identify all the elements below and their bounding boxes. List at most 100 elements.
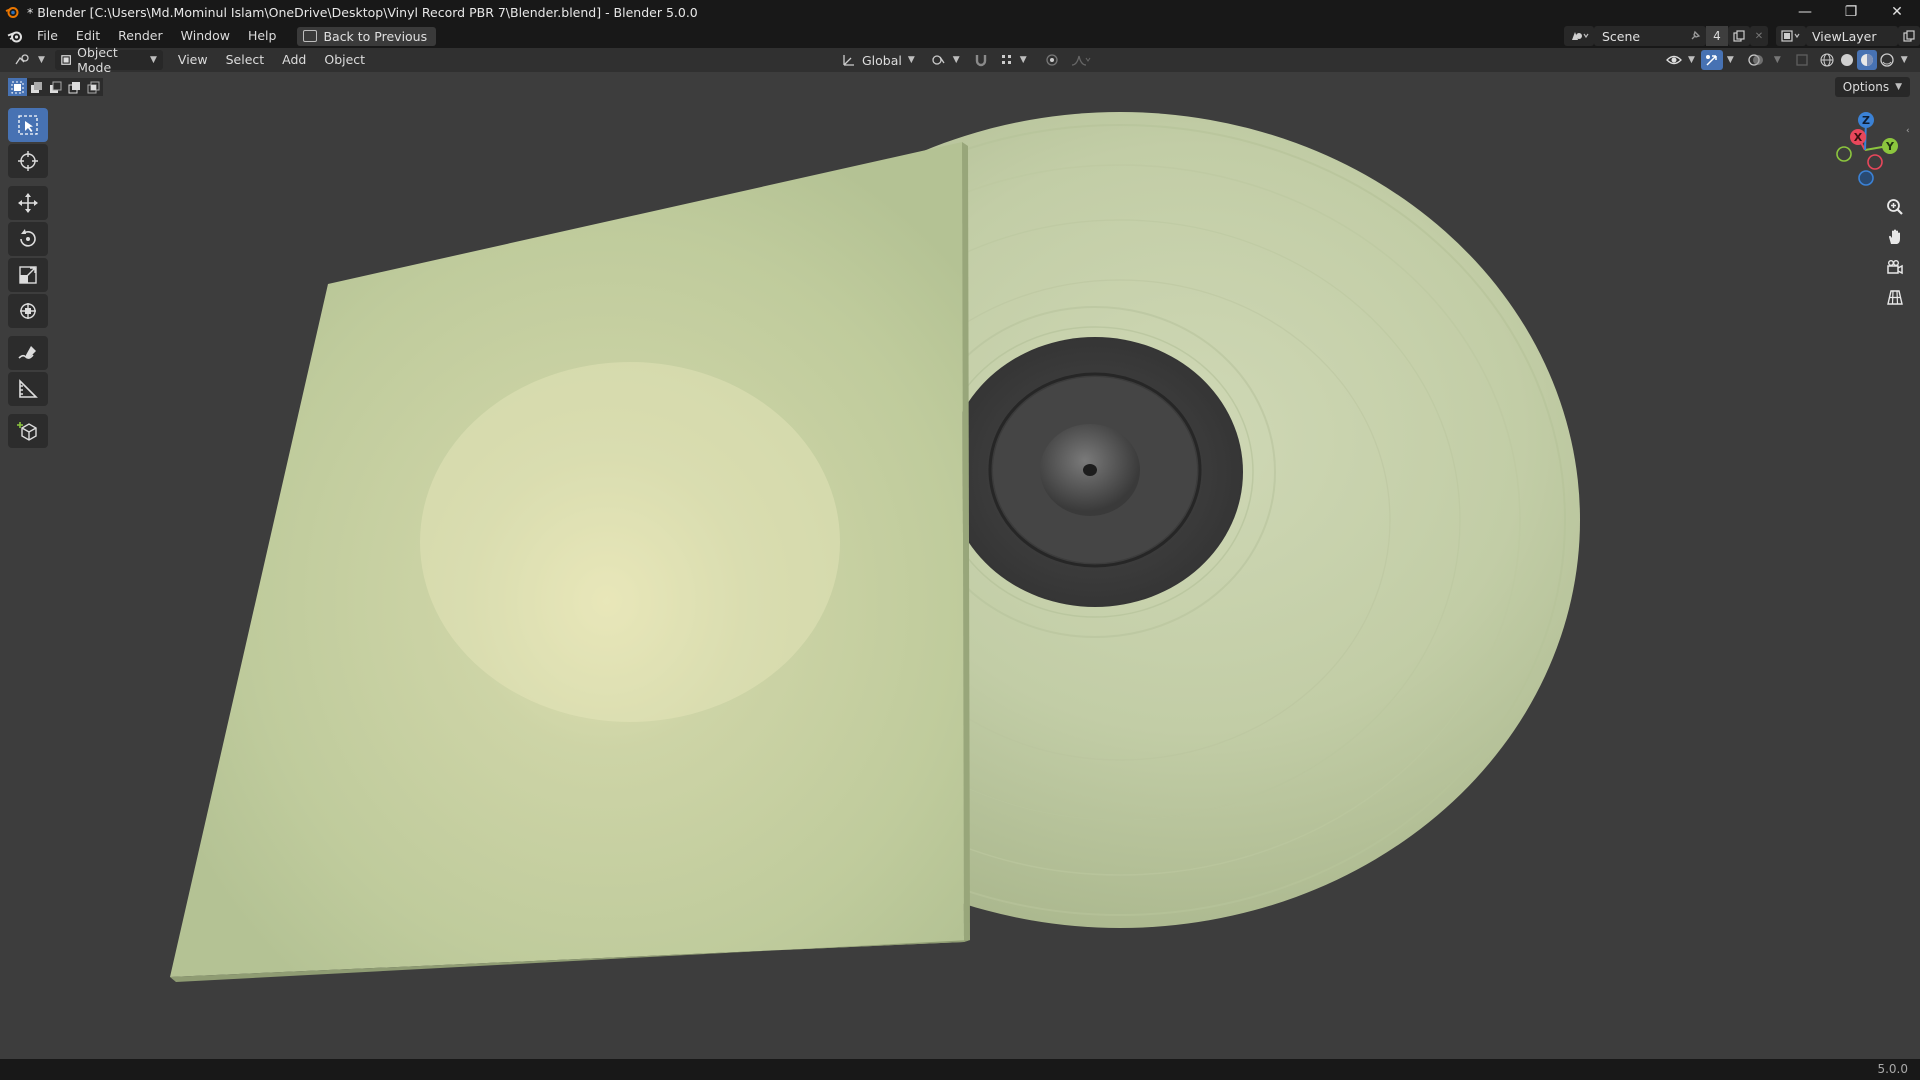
select-mode-set[interactable]	[8, 78, 27, 96]
chevron-down-icon: ▼	[907, 55, 915, 65]
view-layer-field[interactable]: ViewLayer	[1806, 26, 1898, 46]
scene-browse-button[interactable]	[1564, 26, 1594, 46]
overlay-dropdown[interactable]: ▼	[1770, 50, 1785, 70]
chevron-down-icon: ▼	[1688, 55, 1695, 65]
tool-transform[interactable]	[8, 294, 48, 328]
tool-annotate[interactable]	[8, 336, 48, 370]
shading-material-preview[interactable]	[1856, 50, 1877, 70]
tool-rotate[interactable]	[8, 222, 48, 256]
menu-file[interactable]: File	[28, 24, 67, 48]
gizmo-neg-x[interactable]	[1867, 154, 1883, 170]
orientation-icon	[843, 55, 854, 66]
proportional-edit-toggle[interactable]	[1039, 50, 1065, 70]
tool-move[interactable]	[8, 186, 48, 220]
cursor-icon	[18, 151, 38, 171]
back-to-previous-label: Back to Previous	[323, 28, 428, 44]
minimize-button[interactable]: —	[1782, 0, 1828, 24]
menu-object[interactable]: Object	[315, 48, 374, 72]
gizmo-neg-z[interactable]	[1858, 170, 1874, 186]
scene-name-field[interactable]: Scene	[1594, 26, 1706, 46]
gizmo-toggle[interactable]	[1700, 50, 1723, 70]
tool-scale[interactable]	[8, 258, 48, 292]
overlay-toggle[interactable]	[1742, 50, 1770, 70]
material-sphere-icon	[1860, 54, 1873, 66]
select-mode-invert[interactable]	[65, 78, 84, 96]
menu-view[interactable]: View	[169, 48, 217, 72]
falloff-dropdown[interactable]	[1065, 50, 1097, 70]
options-dropdown[interactable]: Options ▼	[1834, 77, 1910, 97]
measure-icon	[19, 379, 38, 398]
zoom-icon	[1887, 199, 1903, 215]
tool-add-cube[interactable]	[8, 414, 48, 448]
gizmo-dropdown[interactable]: ▼	[1723, 50, 1738, 70]
maximize-button[interactable]: ❐	[1828, 0, 1874, 24]
annotate-icon	[18, 346, 36, 359]
snap-toggle[interactable]	[968, 50, 994, 70]
status-bar: 5.0.0	[0, 1059, 1920, 1080]
gizmo-y-label: Y	[1885, 140, 1895, 153]
editor-type-dropdown[interactable]: ▼	[8, 50, 51, 70]
scale-icon	[19, 266, 37, 284]
gizmo-icon	[1705, 55, 1717, 66]
select-intersect-icon	[87, 81, 100, 93]
snap-target-dropdown[interactable]: ▼	[994, 50, 1033, 70]
xray-toggle[interactable]	[1789, 50, 1815, 70]
pin-icon[interactable]	[1688, 29, 1702, 43]
menu-add[interactable]: Add	[273, 48, 315, 72]
tool-select-box[interactable]	[8, 108, 48, 142]
scene-name: Scene	[1602, 28, 1641, 44]
chevron-down-icon: ▼	[150, 55, 157, 65]
delete-scene-icon[interactable]: ✕	[1750, 26, 1768, 46]
camera-view-button[interactable]	[1880, 252, 1910, 282]
rotate-icon	[20, 229, 36, 247]
hand-icon	[1889, 229, 1900, 244]
close-button[interactable]: ✕	[1874, 0, 1920, 24]
move-icon	[18, 193, 38, 213]
select-invert-icon	[68, 81, 80, 93]
shading-dropdown[interactable]: ▼	[1897, 50, 1912, 70]
tool-measure[interactable]	[8, 372, 48, 406]
shading-rendered[interactable]	[1877, 50, 1897, 70]
select-mode-row	[8, 78, 103, 96]
select-mode-extend[interactable]	[27, 78, 46, 96]
screen-icon	[303, 30, 318, 42]
grid-icon	[1887, 290, 1903, 305]
shading-wireframe[interactable]	[1817, 50, 1837, 70]
new-view-layer-icon[interactable]	[1898, 26, 1920, 46]
pivot-icon	[932, 55, 945, 65]
back-to-previous-button[interactable]: Back to Previous	[297, 26, 437, 46]
menu-window[interactable]: Window	[172, 24, 239, 48]
window-title: * Blender [C:\Users\Md.Mominul Islam\One…	[27, 4, 698, 20]
tool-cursor[interactable]	[8, 144, 48, 178]
menu-select[interactable]: Select	[217, 48, 274, 72]
ortho-toggle-button[interactable]	[1880, 282, 1910, 312]
transform-orientation-dropdown[interactable]: Global ▼	[836, 50, 921, 70]
tool-shelf	[8, 108, 48, 450]
sidebar-toggle-icon[interactable]: ‹	[1906, 126, 1910, 136]
view-layer-browse-button[interactable]	[1776, 26, 1806, 46]
version-label: 5.0.0	[1877, 1062, 1908, 1076]
navigation-gizmo[interactable]: X Y Z	[1820, 110, 1910, 190]
shading-solid[interactable]	[1837, 50, 1857, 70]
select-mode-subtract[interactable]	[46, 78, 65, 96]
select-box-icon	[18, 115, 38, 135]
mode-dropdown[interactable]: Object Mode ▼	[54, 45, 163, 75]
blender-logo-icon[interactable]	[2, 24, 28, 48]
eye-icon	[1666, 55, 1682, 65]
spindle-hole	[1083, 464, 1097, 476]
record-sleeve[interactable]	[170, 142, 970, 982]
select-mode-intersect[interactable]	[84, 78, 103, 96]
pan-button[interactable]	[1880, 222, 1910, 252]
gizmo-neg-y[interactable]	[1836, 146, 1852, 162]
new-scene-icon[interactable]	[1728, 26, 1750, 46]
zoom-button[interactable]	[1880, 192, 1910, 222]
menu-help[interactable]: Help	[239, 24, 286, 48]
select-set-icon	[11, 81, 24, 93]
orientation-label: Global	[862, 52, 902, 68]
camera-icon	[1887, 260, 1903, 275]
3d-viewport[interactable]	[0, 72, 1920, 1060]
pivot-point-dropdown[interactable]: ▼	[925, 50, 966, 70]
gizmo-x-label: X	[1854, 131, 1863, 144]
visibility-dropdown[interactable]: ▼	[1660, 50, 1701, 70]
chevron-down-icon: ▼	[952, 55, 960, 65]
